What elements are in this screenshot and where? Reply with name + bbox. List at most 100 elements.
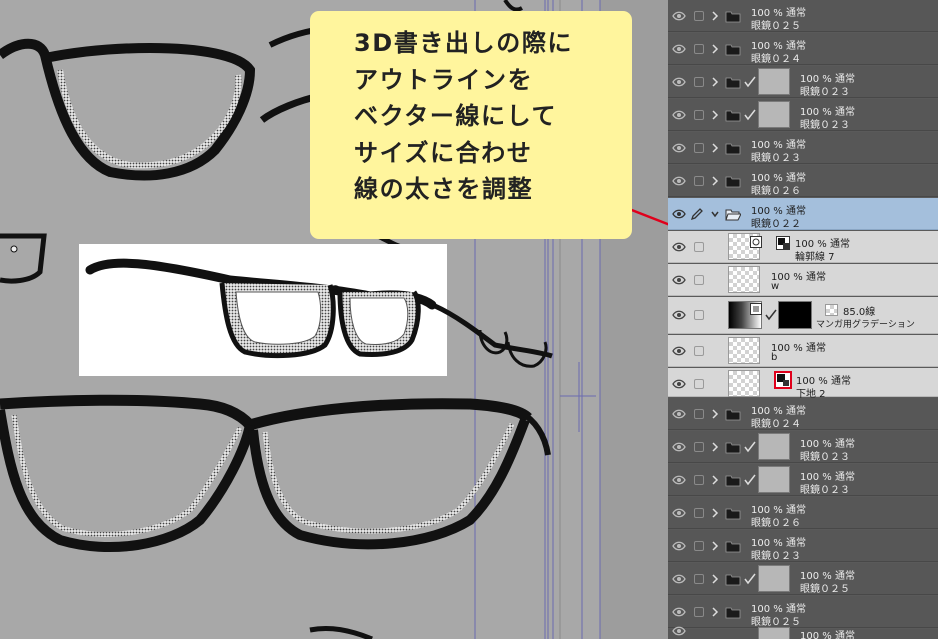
eye-icon[interactable] xyxy=(672,208,686,220)
chevron-right-icon[interactable] xyxy=(710,108,720,122)
eye-icon[interactable] xyxy=(672,378,686,390)
folder-icon xyxy=(725,541,741,553)
layer-name: 眼鏡０２２ xyxy=(751,219,801,230)
checkmark-icon xyxy=(744,76,756,88)
lock-checkbox-icon[interactable] xyxy=(694,44,704,54)
eye-icon[interactable] xyxy=(672,309,686,321)
chevron-right-icon[interactable] xyxy=(710,440,720,454)
chevron-right-icon[interactable] xyxy=(710,539,720,553)
layer-opacity: 100 % 通常 xyxy=(800,631,855,639)
lock-checkbox-icon[interactable] xyxy=(694,541,704,551)
callout-line: サイズに合わせ xyxy=(354,138,533,167)
eye-icon[interactable] xyxy=(672,43,686,55)
checkmark-icon xyxy=(744,573,756,585)
layer-name: 眼鏡０２３ xyxy=(800,452,850,463)
layer-row-folder[interactable]: 100 % 通常 眼鏡０２３ xyxy=(668,132,938,164)
eye-icon[interactable] xyxy=(672,274,686,286)
eye-icon[interactable] xyxy=(672,625,686,637)
layer-row-folder[interactable]: 100 % 通常 眼鏡０２４ xyxy=(668,398,938,430)
chevron-right-icon[interactable] xyxy=(710,141,720,155)
layer-row-folder[interactable]: 100 % 通常 眼鏡０２３ xyxy=(668,464,938,496)
lock-checkbox-icon[interactable] xyxy=(694,607,704,617)
chevron-right-icon[interactable] xyxy=(710,42,720,56)
layer-row-raster[interactable]: 100 % 通常 b xyxy=(668,335,938,367)
lock-checkbox-icon[interactable] xyxy=(694,77,704,87)
layer-name: 眼鏡０２３ xyxy=(800,120,850,131)
tone-pattern-icon xyxy=(825,304,838,316)
layer-row-folder[interactable]: 100 % 通常 眼鏡０２３ xyxy=(668,530,938,562)
lock-checkbox-icon[interactable] xyxy=(694,379,704,389)
chevron-right-icon[interactable] xyxy=(710,572,720,586)
callout-line: アウトラインを xyxy=(354,65,534,94)
layer-row-folder[interactable]: 100 % 通常 眼鏡０２６ xyxy=(668,497,938,529)
layer-row-gradient[interactable]: 85.0線 マンガ用グラデーション xyxy=(668,297,938,334)
lock-checkbox-icon[interactable] xyxy=(694,346,704,356)
folder-open-icon xyxy=(725,209,741,221)
chevron-right-icon[interactable] xyxy=(710,75,720,89)
layer-row-folder[interactable]: 100 % 通常 眼鏡０２５ xyxy=(668,563,938,595)
layer-thumbnail xyxy=(728,337,760,364)
chevron-right-icon[interactable] xyxy=(710,407,720,421)
eye-icon[interactable] xyxy=(672,175,686,187)
layer-row-folder[interactable]: 100 % 通常 眼鏡０２４ xyxy=(668,33,938,65)
checkmark-icon xyxy=(744,474,756,486)
eye-icon[interactable] xyxy=(672,142,686,154)
layer-row-base[interactable]: 100 % 通常 下地 2 xyxy=(668,368,938,400)
eye-icon[interactable] xyxy=(672,606,686,618)
eye-icon[interactable] xyxy=(672,109,686,121)
eye-icon[interactable] xyxy=(672,540,686,552)
layer-row-folder[interactable]: 100 % 通常 眼鏡０２６ xyxy=(668,165,938,197)
chevron-right-icon[interactable] xyxy=(710,473,720,487)
chevron-down-icon[interactable] xyxy=(710,207,720,221)
eye-icon[interactable] xyxy=(672,507,686,519)
layer-thumbnail xyxy=(728,370,760,397)
lock-checkbox-icon[interactable] xyxy=(694,310,704,320)
annotation-callout: 3D書き出しの際に アウトラインを ベクター線にして サイズに合わせ 線の太さを… xyxy=(310,11,632,239)
layer-opacity: 100 % 通常 xyxy=(771,272,826,283)
layer-row-folder[interactable]: 100 % 通常 眼鏡０２３ xyxy=(668,99,938,131)
lock-checkbox-icon[interactable] xyxy=(694,275,704,285)
eye-icon[interactable] xyxy=(672,474,686,486)
lock-checkbox-icon[interactable] xyxy=(694,574,704,584)
layer-row-folder[interactable]: 100 % 通常 xyxy=(668,626,938,639)
tone-pattern-icon xyxy=(750,303,762,315)
lock-checkbox-icon[interactable] xyxy=(694,442,704,452)
layer-row-raster[interactable]: 100 % 通常 w xyxy=(668,264,938,296)
lock-checkbox-icon[interactable] xyxy=(694,508,704,518)
layer-row-folder[interactable]: 100 % 通常 眼鏡０２３ xyxy=(668,66,938,98)
canvas-area[interactable]: 3D書き出しの際に アウトラインを ベクター線にして サイズに合わせ 線の太さを… xyxy=(0,0,668,639)
eye-icon[interactable] xyxy=(672,241,686,253)
folder-icon xyxy=(725,176,741,188)
eye-icon[interactable] xyxy=(672,573,686,585)
chevron-right-icon[interactable] xyxy=(710,9,720,23)
eye-icon[interactable] xyxy=(672,408,686,420)
layer-row-folder[interactable]: 100 % 通常 眼鏡０２５ xyxy=(668,596,938,628)
lock-checkbox-icon[interactable] xyxy=(694,475,704,485)
layer-name: 眼鏡０２３ xyxy=(751,551,801,562)
eye-icon[interactable] xyxy=(672,10,686,22)
layer-name: 眼鏡０２４ xyxy=(751,54,801,65)
layer-name: 眼鏡０２５ xyxy=(800,584,850,595)
layer-name: 眼鏡０２６ xyxy=(751,186,801,197)
lock-checkbox-icon[interactable] xyxy=(694,176,704,186)
chevron-right-icon[interactable] xyxy=(710,174,720,188)
lock-checkbox-icon[interactable] xyxy=(694,110,704,120)
chevron-right-icon[interactable] xyxy=(710,506,720,520)
folder-icon xyxy=(725,574,741,586)
eye-icon[interactable] xyxy=(672,345,686,357)
chevron-right-icon[interactable] xyxy=(710,605,720,619)
lock-checkbox-icon[interactable] xyxy=(694,409,704,419)
layer-row-folder[interactable]: 100 % 通常 眼鏡０２５ xyxy=(668,0,938,32)
layer-name: 眼鏡０２５ xyxy=(751,617,801,628)
layer-opacity: 100 % 通常 xyxy=(771,343,826,354)
eye-icon[interactable] xyxy=(672,441,686,453)
layer-row-folder[interactable]: 100 % 通常 眼鏡０２３ xyxy=(668,431,938,463)
lock-checkbox-icon[interactable] xyxy=(694,11,704,21)
layer-row-vector[interactable]: 100 % 通常 輪郭線 7 xyxy=(668,231,938,263)
layer-row-folder-selected[interactable]: 100 % 通常 眼鏡０２２ xyxy=(668,198,938,230)
layer-thumbnail xyxy=(728,266,760,293)
lock-checkbox-icon[interactable] xyxy=(694,143,704,153)
lock-checkbox-icon[interactable] xyxy=(694,242,704,252)
eye-icon[interactable] xyxy=(672,76,686,88)
glasses-drawing-small-side xyxy=(433,303,553,368)
